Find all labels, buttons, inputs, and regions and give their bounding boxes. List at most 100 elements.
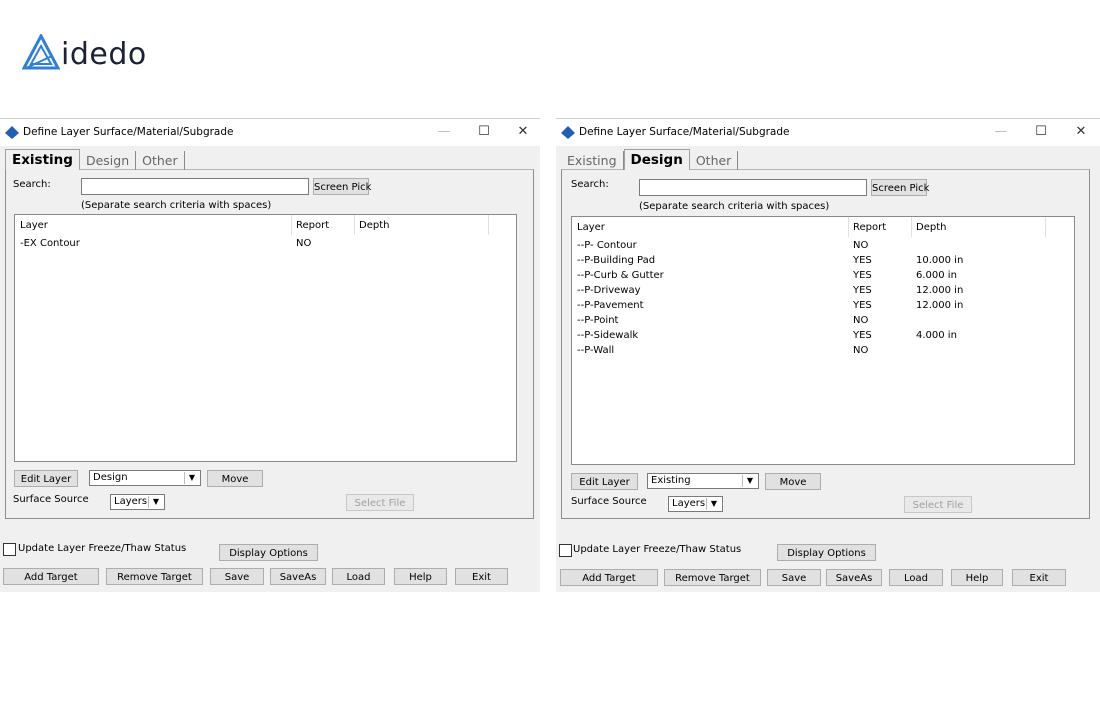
save-as-button[interactable]: SaveAs [826,569,882,586]
minimize-button[interactable]: — [432,123,456,141]
cell-report: YES [853,285,872,296]
logo-text: idedo [61,37,147,72]
table-row[interactable]: --P-Driveway YES 12.000 in [572,284,1074,299]
close-button[interactable]: ✕ [1069,123,1093,141]
surface-source-select[interactable]: Layers ▼ [110,494,165,510]
table-row[interactable]: -EX Contour NO [15,237,516,252]
chevron-down-icon[interactable]: ▼ [184,472,199,484]
table-row[interactable]: --P-Building Pad YES 10.000 in [572,254,1074,269]
move-target-select[interactable]: Design ▼ [89,470,201,486]
tab-strip: Existing Design Other [561,149,739,170]
update-freeze-thaw-checkbox[interactable] [3,543,16,556]
tab-design[interactable]: Design [623,149,690,170]
table-row[interactable]: --P-Pavement YES 12.000 in [572,299,1074,314]
chevron-down-icon[interactable]: ▼ [148,496,163,508]
load-button[interactable]: Load [889,569,943,586]
cell-layer: --P-Building Pad [577,255,656,266]
help-button[interactable]: Help [394,568,447,585]
select-file-button[interactable]: Select File [346,494,414,511]
column-header-layer[interactable]: Layer [20,220,48,231]
display-options-button[interactable]: Display Options [219,544,318,561]
column-header-report[interactable]: Report [296,220,329,231]
table-row[interactable]: --P-Curb & Gutter YES 6.000 in [572,269,1074,284]
search-hint: (Separate search criteria with spaces) [81,200,272,211]
save-button[interactable]: Save [210,568,264,585]
column-header-depth[interactable]: Depth [916,222,946,233]
search-label: Search: [13,179,51,190]
table-row[interactable]: --P-Wall NO [572,344,1074,359]
select-file-button[interactable]: Select File [904,496,972,513]
cell-layer: --P-Curb & Gutter [577,270,664,281]
move-target-select[interactable]: Existing ▼ [647,473,759,489]
search-input[interactable] [639,179,867,196]
move-target-value: Design [93,472,128,483]
update-freeze-thaw-label: Update Layer Freeze/Thaw Status [573,544,742,555]
layer-list[interactable]: Layer Report Depth --P- Contour NO --P-B… [571,216,1075,465]
cell-report: NO [853,240,869,251]
screen-pick-button[interactable]: Screen Pick [871,179,929,196]
exit-button[interactable]: Exit [1012,569,1066,586]
tab-existing[interactable]: Existing [561,151,624,170]
cell-layer: --P-Driveway [577,285,641,296]
title-bar: Define Layer Surface/Material/Subgrade —… [556,118,1100,147]
cell-layer: --P-Pavement [577,300,644,311]
maximize-button[interactable]: ☐ [472,123,496,141]
tab-panel: Search: Screen Pick (Separate search cri… [561,169,1090,519]
tab-other[interactable]: Other [690,151,739,170]
surface-source-value: Layers [114,496,148,507]
save-button[interactable]: Save [767,569,821,586]
table-row[interactable]: --P- Contour NO [572,239,1074,254]
cell-depth: 12.000 in [916,300,964,311]
cell-report: YES [853,270,872,281]
display-options-button[interactable]: Display Options [777,544,876,561]
exit-button[interactable]: Exit [455,568,508,585]
search-hint: (Separate search criteria with spaces) [639,201,830,212]
cell-depth: 12.000 in [916,285,964,296]
help-button[interactable]: Help [951,569,1003,586]
tab-design[interactable]: Design [80,151,137,170]
remove-target-button[interactable]: Remove Target [664,569,761,586]
list-header: Layer Report Depth [15,215,516,235]
cell-depth: 6.000 in [916,270,957,281]
chevron-down-icon[interactable]: ▼ [742,475,757,487]
remove-target-button[interactable]: Remove Target [106,568,203,585]
column-header-report[interactable]: Report [853,222,886,233]
dialog-client: Search: Screen Pick (Separate search cri… [0,146,540,592]
chevron-down-icon[interactable]: ▼ [706,498,721,510]
column-header-layer[interactable]: Layer [577,222,605,233]
app-icon [5,126,19,139]
update-freeze-thaw-label: Update Layer Freeze/Thaw Status [18,543,187,554]
edit-layer-button[interactable]: Edit Layer [571,473,638,490]
load-button[interactable]: Load [332,568,385,585]
surface-source-select[interactable]: Layers ▼ [668,496,723,512]
table-row[interactable]: --P-Sidewalk YES 4.000 in [572,329,1074,344]
table-row[interactable]: --P-Point NO [572,314,1074,329]
app-icon [561,126,575,139]
tab-other[interactable]: Other [136,151,185,170]
save-as-button[interactable]: SaveAs [270,568,326,585]
column-header-depth[interactable]: Depth [359,220,389,231]
list-header: Layer Report Depth [572,217,1074,237]
cell-depth: 10.000 in [916,255,964,266]
maximize-button[interactable]: ☐ [1029,123,1053,141]
search-input[interactable] [81,178,309,195]
minimize-button[interactable]: — [989,123,1013,141]
move-button[interactable]: Move [765,473,821,490]
screen-pick-button[interactable]: Screen Pick [313,178,371,195]
surface-source-value: Layers [672,498,706,509]
surface-source-label: Surface Source [571,496,647,507]
aidedo-logo: idedo [22,30,147,70]
edit-layer-button[interactable]: Edit Layer [14,470,78,487]
add-target-button[interactable]: Add Target [3,568,99,585]
title-bar: Define Layer Surface/Material/Subgrade —… [0,118,540,147]
add-target-button[interactable]: Add Target [560,569,658,586]
cell-layer: -EX Contour [20,238,80,249]
search-label: Search: [571,179,609,190]
update-freeze-thaw-checkbox[interactable] [559,544,572,557]
move-button[interactable]: Move [207,470,263,487]
cell-report: YES [853,300,872,311]
cell-depth: 4.000 in [916,330,957,341]
tab-existing[interactable]: Existing [5,149,80,170]
layer-list[interactable]: Layer Report Depth -EX Contour NO [14,214,517,462]
close-button[interactable]: ✕ [511,123,535,141]
